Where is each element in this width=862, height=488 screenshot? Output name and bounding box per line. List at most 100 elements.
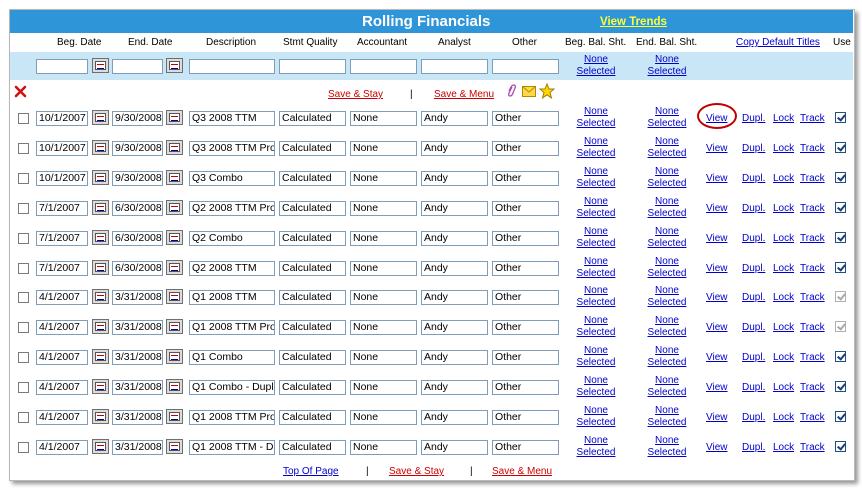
calendar-icon[interactable]	[92, 319, 109, 334]
track-link[interactable]: Track	[800, 442, 825, 453]
track-link[interactable]: Track	[800, 382, 825, 393]
row-select-checkbox[interactable]	[18, 322, 29, 333]
beg-date-input[interactable]: 7/1/2007	[36, 201, 88, 216]
other-input[interactable]: Other	[492, 231, 559, 246]
calendar-icon[interactable]	[166, 439, 183, 454]
beg-bal-sheet-link[interactable]: None Selected	[573, 196, 619, 220]
accountant-input[interactable]: None	[350, 231, 417, 246]
lock-link[interactable]: Lock	[773, 322, 794, 333]
description-input[interactable]: Q1 Combo	[189, 350, 275, 365]
end-bal-sheet-link[interactable]: None Selected	[644, 345, 690, 369]
beg-date-input[interactable]: 10/1/2007	[36, 171, 88, 186]
calendar-icon[interactable]	[166, 110, 183, 125]
accountant-input[interactable]: None	[350, 261, 417, 276]
filter-end-bal-link[interactable]: None Selected	[644, 54, 690, 78]
dupl-link[interactable]: Dupl.	[742, 173, 765, 184]
filter-beg-bal-link[interactable]: None Selected	[573, 54, 619, 78]
other-input[interactable]: Other	[492, 380, 559, 395]
calendar-icon[interactable]	[166, 409, 183, 424]
beg-date-input[interactable]: 4/1/2007	[36, 320, 88, 335]
end-date-input[interactable]: 9/30/2008	[112, 171, 163, 186]
beg-bal-sheet-link[interactable]: None Selected	[573, 435, 619, 459]
analyst-input[interactable]: Andy	[421, 440, 488, 455]
row-select-checkbox[interactable]	[18, 352, 29, 363]
row-select-checkbox[interactable]	[18, 143, 29, 154]
stmt-quality-input[interactable]: Calculated	[279, 440, 346, 455]
beg-date-input[interactable]: 10/1/2007	[36, 111, 88, 126]
other-input[interactable]: Other	[492, 410, 559, 425]
beg-date-input[interactable]: 4/1/2007	[36, 290, 88, 305]
calendar-icon[interactable]	[166, 319, 183, 334]
stmt-quality-input[interactable]: Calculated	[279, 171, 346, 186]
end-date-input[interactable]: 3/31/2008	[112, 380, 163, 395]
analyst-input[interactable]: Andy	[421, 171, 488, 186]
description-input[interactable]: Q1 2008 TTM Pro	[189, 320, 275, 335]
view-link[interactable]: View	[706, 263, 728, 274]
star-icon[interactable]	[539, 83, 555, 99]
lock-link[interactable]: Lock	[773, 382, 794, 393]
other-input[interactable]: Other	[492, 440, 559, 455]
calendar-icon[interactable]	[166, 200, 183, 215]
envelope-icon[interactable]	[522, 86, 536, 97]
lock-link[interactable]: Lock	[773, 263, 794, 274]
description-input[interactable]: Q1 2008 TTM Pro	[189, 410, 275, 425]
calendar-icon[interactable]	[92, 58, 109, 73]
beg-bal-sheet-link[interactable]: None Selected	[573, 315, 619, 339]
analyst-input[interactable]: Andy	[421, 410, 488, 425]
dupl-link[interactable]: Dupl.	[742, 442, 765, 453]
track-link[interactable]: Track	[800, 233, 825, 244]
analyst-input[interactable]: Andy	[421, 350, 488, 365]
other-input[interactable]: Other	[492, 290, 559, 305]
other-input[interactable]: Other	[492, 201, 559, 216]
end-bal-sheet-link[interactable]: None Selected	[644, 375, 690, 399]
accountant-input[interactable]: None	[350, 290, 417, 305]
calendar-icon[interactable]	[166, 379, 183, 394]
track-link[interactable]: Track	[800, 143, 825, 154]
calendar-icon[interactable]	[166, 170, 183, 185]
end-bal-sheet-link[interactable]: None Selected	[644, 256, 690, 280]
beg-date-input[interactable]: 7/1/2007	[36, 261, 88, 276]
calendar-icon[interactable]	[92, 170, 109, 185]
description-input[interactable]: Q3 2008 TTM Pro	[189, 141, 275, 156]
track-link[interactable]: Track	[800, 263, 825, 274]
track-link[interactable]: Track	[800, 173, 825, 184]
calendar-icon[interactable]	[92, 379, 109, 394]
other-input[interactable]: Other	[492, 320, 559, 335]
calendar-icon[interactable]	[92, 260, 109, 275]
beg-date-input[interactable]: 4/1/2007	[36, 380, 88, 395]
filter-other-input[interactable]	[492, 59, 559, 74]
top-of-page-link[interactable]: Top Of Page	[283, 466, 339, 477]
paperclip-icon[interactable]	[506, 84, 516, 98]
dupl-link[interactable]: Dupl.	[742, 292, 765, 303]
end-bal-sheet-link[interactable]: None Selected	[644, 285, 690, 309]
dupl-link[interactable]: Dupl.	[742, 203, 765, 214]
filter-beg-date-input[interactable]	[36, 59, 88, 74]
beg-bal-sheet-link[interactable]: None Selected	[573, 106, 619, 130]
end-bal-sheet-link[interactable]: None Selected	[644, 405, 690, 429]
calendar-icon[interactable]	[166, 289, 183, 304]
accountant-input[interactable]: None	[350, 380, 417, 395]
beg-date-input[interactable]: 10/1/2007	[36, 141, 88, 156]
calendar-icon[interactable]	[92, 289, 109, 304]
beg-date-input[interactable]: 7/1/2007	[36, 231, 88, 246]
other-input[interactable]: Other	[492, 171, 559, 186]
row-select-checkbox[interactable]	[18, 113, 29, 124]
row-select-checkbox[interactable]	[18, 263, 29, 274]
end-bal-sheet-link[interactable]: None Selected	[644, 226, 690, 250]
other-input[interactable]: Other	[492, 350, 559, 365]
filter-accountant-input[interactable]	[350, 59, 417, 74]
calendar-icon[interactable]	[166, 349, 183, 364]
end-date-input[interactable]: 3/31/2008	[112, 350, 163, 365]
beg-bal-sheet-link[interactable]: None Selected	[573, 345, 619, 369]
end-bal-sheet-link[interactable]: None Selected	[644, 166, 690, 190]
view-link[interactable]: View	[706, 382, 728, 393]
lock-link[interactable]: Lock	[773, 203, 794, 214]
analyst-input[interactable]: Andy	[421, 290, 488, 305]
dupl-link[interactable]: Dupl.	[742, 233, 765, 244]
view-link[interactable]: View	[706, 292, 728, 303]
stmt-quality-input[interactable]: Calculated	[279, 350, 346, 365]
analyst-input[interactable]: Andy	[421, 320, 488, 335]
end-bal-sheet-link[interactable]: None Selected	[644, 435, 690, 459]
other-input[interactable]: Other	[492, 111, 559, 126]
accountant-input[interactable]: None	[350, 320, 417, 335]
